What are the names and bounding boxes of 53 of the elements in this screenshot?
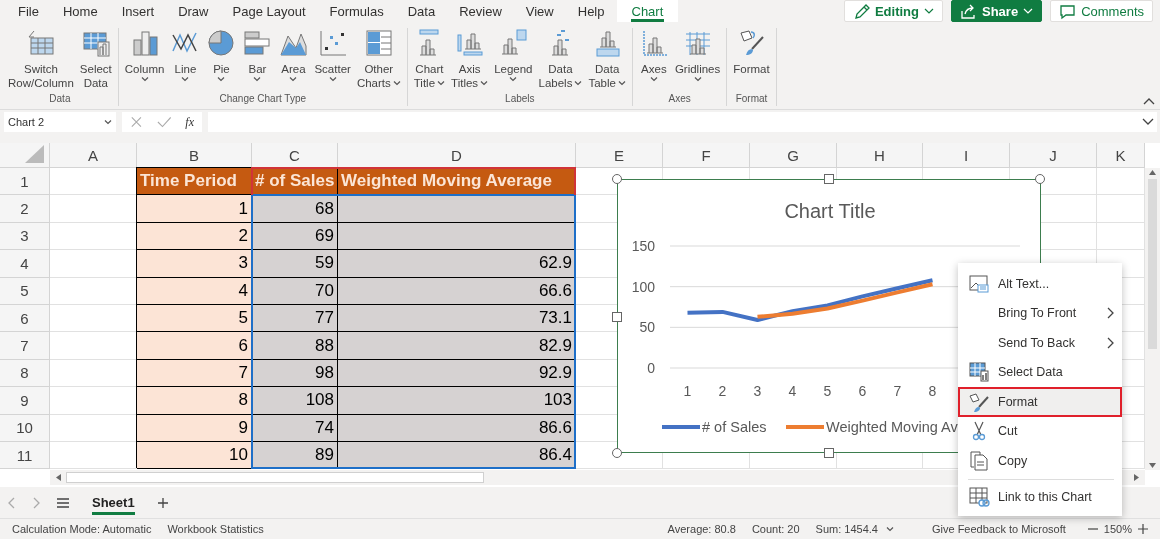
table-cell: 73.1 [338, 304, 576, 333]
table-cell: 77 [252, 304, 338, 333]
table-cell: 1 [137, 195, 252, 223]
calculation-mode: Calculation Mode: Automatic [12, 523, 152, 535]
axis-label: 8 [928, 383, 937, 399]
table-cell: Time Period [137, 168, 252, 196]
table-cell: 92.9 [338, 359, 576, 388]
chart-title: Chart Title [784, 200, 876, 222]
group-label: Labels [504, 93, 536, 106]
table-cell: 10 [137, 441, 252, 470]
axis-label: 50 [639, 319, 655, 336]
table-cell: 88 [252, 332, 338, 360]
axis-label: 150 [631, 238, 655, 254]
axis-label: 4 [788, 383, 797, 399]
table-cell: 59 [252, 250, 338, 278]
legend-label: Weighted Moving Av [826, 419, 958, 435]
average-value: Average: 80.8 [667, 523, 736, 535]
axis-label: 6 [858, 383, 867, 399]
axis-label: 7 [893, 383, 902, 399]
table-cell: 66.6 [338, 277, 576, 305]
group-label: Axes [667, 93, 692, 106]
axis-label: 1 [683, 383, 692, 399]
group-label: Data [48, 93, 72, 106]
group-label: Format [734, 93, 769, 106]
table-cell: 82.9 [338, 332, 576, 360]
table-cell: 103 [338, 387, 576, 415]
table-cell: 7 [137, 359, 252, 388]
table-cell: 86.4 [338, 441, 576, 470]
table-cell: 86.6 [338, 414, 576, 442]
axis-label: 100 [631, 278, 655, 295]
table-cell: 6 [137, 332, 252, 360]
table-cell: 3 [137, 250, 252, 278]
axis-label: 0 [647, 360, 655, 376]
sum-value: Sum: 1454.4 [815, 523, 878, 535]
table-cell: 68 [252, 195, 338, 223]
axis-label: 2 [718, 383, 727, 399]
table-cell: 62.9 [338, 250, 576, 278]
table-cell: 5 [137, 304, 252, 333]
table-cell: 108 [252, 387, 338, 415]
group-label: Change Chart Type [218, 93, 308, 106]
axis-label: 5 [823, 383, 832, 399]
count-value: Count: 20 [751, 523, 800, 535]
table-cell: 89 [252, 441, 338, 470]
legend-label: # of Sales [702, 419, 767, 435]
table-cell: 2 [137, 222, 252, 251]
table-cell: 98 [252, 359, 338, 388]
table-cell: 9 [137, 414, 252, 442]
axis-label: 3 [753, 383, 762, 399]
table-cell: 69 [252, 222, 338, 251]
table-cell: 4 [137, 277, 252, 305]
table-cell: 8 [137, 387, 252, 415]
table-cell: 70 [252, 277, 338, 305]
table-cell: 74 [252, 414, 338, 442]
